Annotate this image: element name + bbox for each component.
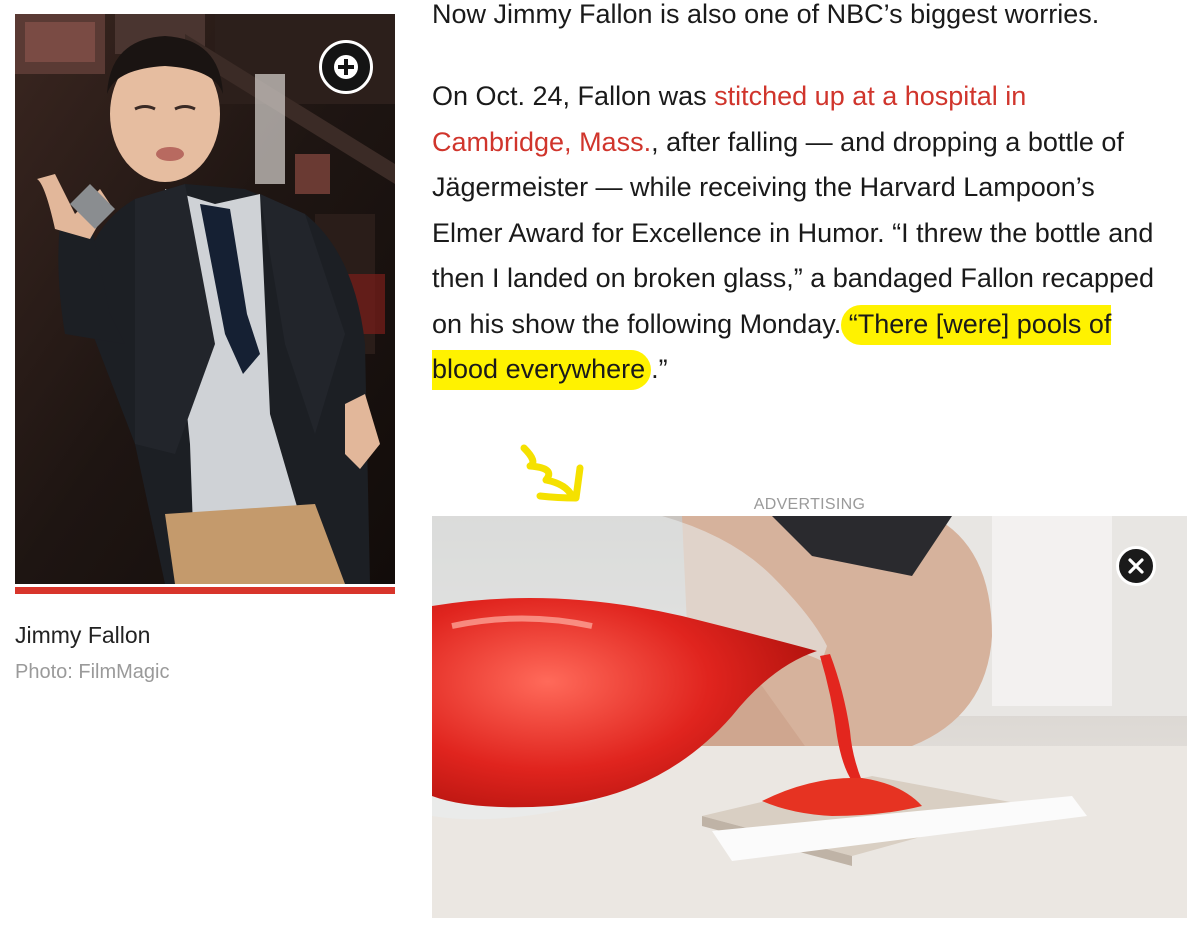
- photo-illustration: [15, 14, 395, 584]
- advertising-label: ADVERTISING: [753, 496, 866, 513]
- photo-column: Jimmy Fallon Photo: FilmMagic: [15, 14, 395, 684]
- ad-image: [432, 516, 1187, 918]
- advertisement[interactable]: [432, 516, 1187, 918]
- plus-circle-icon: [334, 55, 358, 79]
- article-paragraph-2: On Oct. 24, Fallon was stitched up at a …: [432, 74, 1172, 393]
- jimmy-fallon-photo[interactable]: [15, 14, 395, 584]
- photo-credit: Photo: FilmMagic: [15, 661, 170, 683]
- paragraph-2-lead: On Oct. 24, Fallon was: [432, 81, 715, 111]
- close-icon: [1128, 558, 1144, 574]
- photo-caption: Jimmy Fallon: [15, 622, 151, 648]
- article-paragraph-1: Now Jimmy Fallon is also one of NBC’s bi…: [432, 0, 1100, 29]
- close-ad-button[interactable]: [1116, 546, 1156, 586]
- paragraph-2-tail: .”: [651, 354, 668, 384]
- photo-accent-bar: [15, 587, 395, 594]
- expand-photo-button[interactable]: [319, 40, 373, 94]
